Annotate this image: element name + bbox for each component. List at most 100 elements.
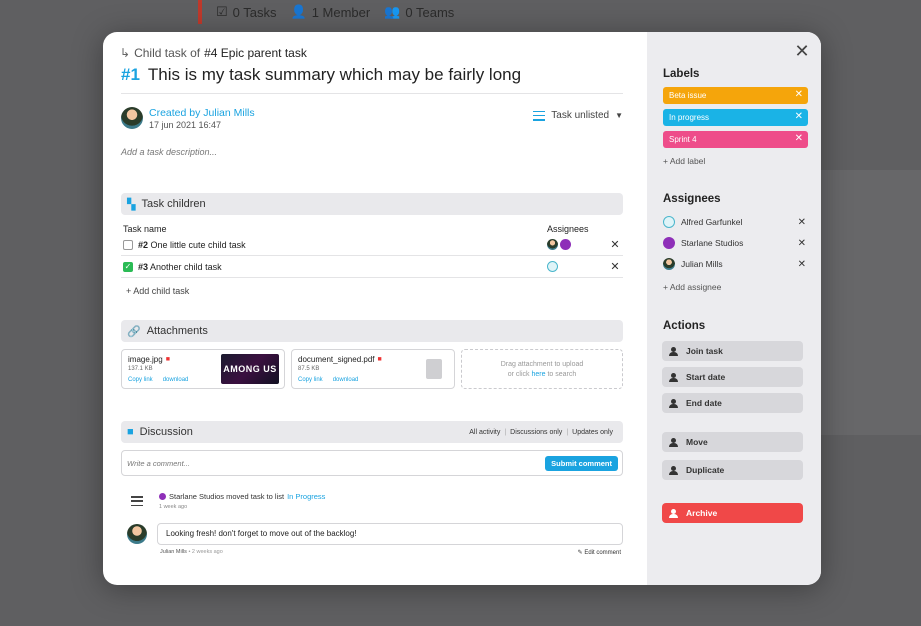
avatar (663, 216, 675, 228)
comment-meta: Julian Mills • 2 weeks ago (160, 549, 223, 555)
person-icon (669, 437, 678, 447)
attachment-drop-zone[interactable]: Drag attachment to upload or click here … (461, 349, 623, 389)
checkbox[interactable]: ✓ (123, 261, 133, 272)
description-input[interactable]: Add a task description... (121, 147, 623, 157)
caret-down-icon: ▼ (615, 111, 623, 120)
children-table-header: Task name Assignees (123, 224, 589, 234)
trash-icon[interactable]: ■ (166, 356, 170, 363)
avatar (547, 261, 558, 272)
task-modal: ↳ Child task of #4 Epic parent task #1 T… (103, 32, 821, 585)
row-assignees (547, 239, 607, 250)
avatar (663, 258, 675, 270)
actions-heading: Actions (663, 320, 706, 332)
background-panel (820, 170, 921, 435)
team-icon: 👥 (384, 4, 401, 19)
filter-discussions-only[interactable]: Discussions only (510, 429, 562, 436)
list-link[interactable]: In Progress (287, 492, 325, 501)
pencil-icon: ✎ (577, 550, 583, 556)
list-select[interactable]: Task unlisted ▼ (533, 110, 623, 121)
label-chip[interactable]: Beta issue ✕ (663, 87, 808, 104)
task-children-section: ▚ Task children Task name Assignees #2 O… (121, 193, 623, 296)
attachments-section: 🔗 Attachments image.jpg ■ 137.1 KB Copy l… (121, 320, 623, 389)
add-assignee-button[interactable]: + Add assignee (663, 282, 808, 292)
filter-updates-only[interactable]: Updates only (572, 429, 613, 436)
task-title[interactable]: This is my task summary which may be fai… (148, 65, 521, 85)
copy-link-button[interactable]: Copy link (128, 377, 153, 383)
person-icon: 👤 (290, 4, 307, 19)
filter-all-activity[interactable]: All activity (469, 429, 500, 436)
labels-list: Beta issue ✕ In progress ✕ Sprint 4 ✕ + Add… (663, 82, 808, 166)
person-icon (669, 465, 678, 475)
attachment-card[interactable]: image.jpg ■ 137.1 KB Copy link download A… (121, 349, 285, 389)
task-title-row: #1 This is my task summary which may be … (121, 65, 623, 94)
remove-assignee-icon[interactable]: ✕ (798, 238, 806, 249)
section-header: ■ Discussion All activity | Discussions o… (121, 421, 623, 443)
attachment-card[interactable]: document_signed.pdf ■ 87.5 KB Copy link d… (291, 349, 455, 389)
remove-label-icon[interactable]: ✕ (795, 111, 803, 122)
assignee-item: Alfred Garfunkel ✕ (663, 212, 808, 232)
copy-link-button[interactable]: Copy link (298, 377, 323, 383)
discussion-section: ■ Discussion All activity | Discussions o… (121, 421, 623, 476)
join-task-button[interactable]: Join task (662, 341, 803, 361)
link-icon: 🔗 (127, 325, 141, 338)
add-label-button[interactable]: + Add label (663, 156, 808, 166)
creator-link[interactable]: Created by Julian Mills (149, 107, 255, 119)
person-icon (669, 372, 678, 382)
hierarchy-icon: ▚ (127, 198, 136, 211)
members-count: 👤 1 Member (290, 4, 371, 20)
assignee-item: Julian Mills ✕ (663, 254, 808, 274)
table-row[interactable]: #2 One little cute child task ✕ (121, 234, 623, 256)
submit-comment-button[interactable]: Submit comment (545, 455, 618, 471)
remove-label-icon[interactable]: ✕ (795, 89, 803, 100)
assignees-list: Alfred Garfunkel ✕ Starlane Studios ✕ Juli… (663, 211, 808, 292)
background-task-stats: ☑ 0 Tasks 👤 1 Member 👥 0 Teams (198, 0, 798, 24)
label-chip[interactable]: Sprint 4 ✕ (663, 131, 808, 148)
assignee-item: Starlane Studios ✕ (663, 233, 808, 253)
label-chip[interactable]: In progress ✕ (663, 109, 808, 126)
archive-button[interactable]: Archive (662, 503, 803, 523)
creator-row: Created by Julian Mills 17 jun 2021 16:4… (121, 104, 623, 132)
labels-heading: Labels (663, 68, 700, 80)
add-child-task-button[interactable]: + Add child task (121, 286, 623, 296)
assignees-heading: Assignees (663, 193, 721, 205)
teams-count: 👥 0 Teams (384, 4, 455, 20)
move-button[interactable]: Move (662, 432, 803, 452)
person-icon (669, 508, 678, 518)
section-header: 🔗 Attachments (121, 320, 623, 342)
duplicate-button[interactable]: Duplicate (662, 460, 803, 480)
list-icon (533, 110, 546, 121)
avatar (560, 239, 571, 250)
checkbox[interactable] (123, 239, 133, 250)
comment-text: Looking fresh! don't forget to move out … (157, 523, 623, 545)
parent-task-link[interactable]: #4 Epic parent task (204, 46, 307, 60)
task-main-pane: ↳ Child task of #4 Epic parent task #1 T… (103, 32, 647, 585)
list-icon (131, 496, 143, 506)
created-date: 17 jun 2021 16:47 (149, 119, 222, 130)
task-id: #1 (121, 65, 140, 84)
row-assignees (547, 261, 607, 272)
remove-child-icon[interactable]: ✕ (607, 260, 623, 273)
comment-input[interactable]: Write a comment... Submit comment (121, 450, 623, 476)
end-date-button[interactable]: End date (662, 393, 803, 413)
chat-icon: ■ (127, 426, 134, 438)
tasks-count: ☑ 0 Tasks (216, 4, 277, 20)
image-thumbnail: AMONG US (221, 354, 279, 384)
close-icon[interactable]: ✕ (793, 42, 811, 60)
remove-label-icon[interactable]: ✕ (795, 133, 803, 144)
trash-icon[interactable]: ■ (378, 356, 382, 363)
remove-child-icon[interactable]: ✕ (607, 238, 623, 251)
remove-assignee-icon[interactable]: ✕ (798, 259, 806, 270)
activity-item: Starlane Studios moved task to list In P… (121, 492, 623, 516)
download-button[interactable]: download (333, 377, 359, 383)
section-header: ▚ Task children (121, 193, 623, 215)
remove-assignee-icon[interactable]: ✕ (798, 217, 806, 228)
task-sidebar: ✕ Labels Beta issue ✕ In progress ✕ Sprint… (647, 32, 821, 585)
project-color-bar (198, 0, 202, 24)
start-date-button[interactable]: Start date (662, 367, 803, 387)
edit-comment-button[interactable]: ✎ Edit comment (578, 549, 621, 556)
download-button[interactable]: download (163, 377, 189, 383)
avatar (121, 107, 143, 129)
avatar (547, 239, 558, 250)
upload-here-link[interactable]: here (531, 371, 545, 378)
table-row[interactable]: ✓ #3 Another child task ✕ (121, 256, 623, 278)
